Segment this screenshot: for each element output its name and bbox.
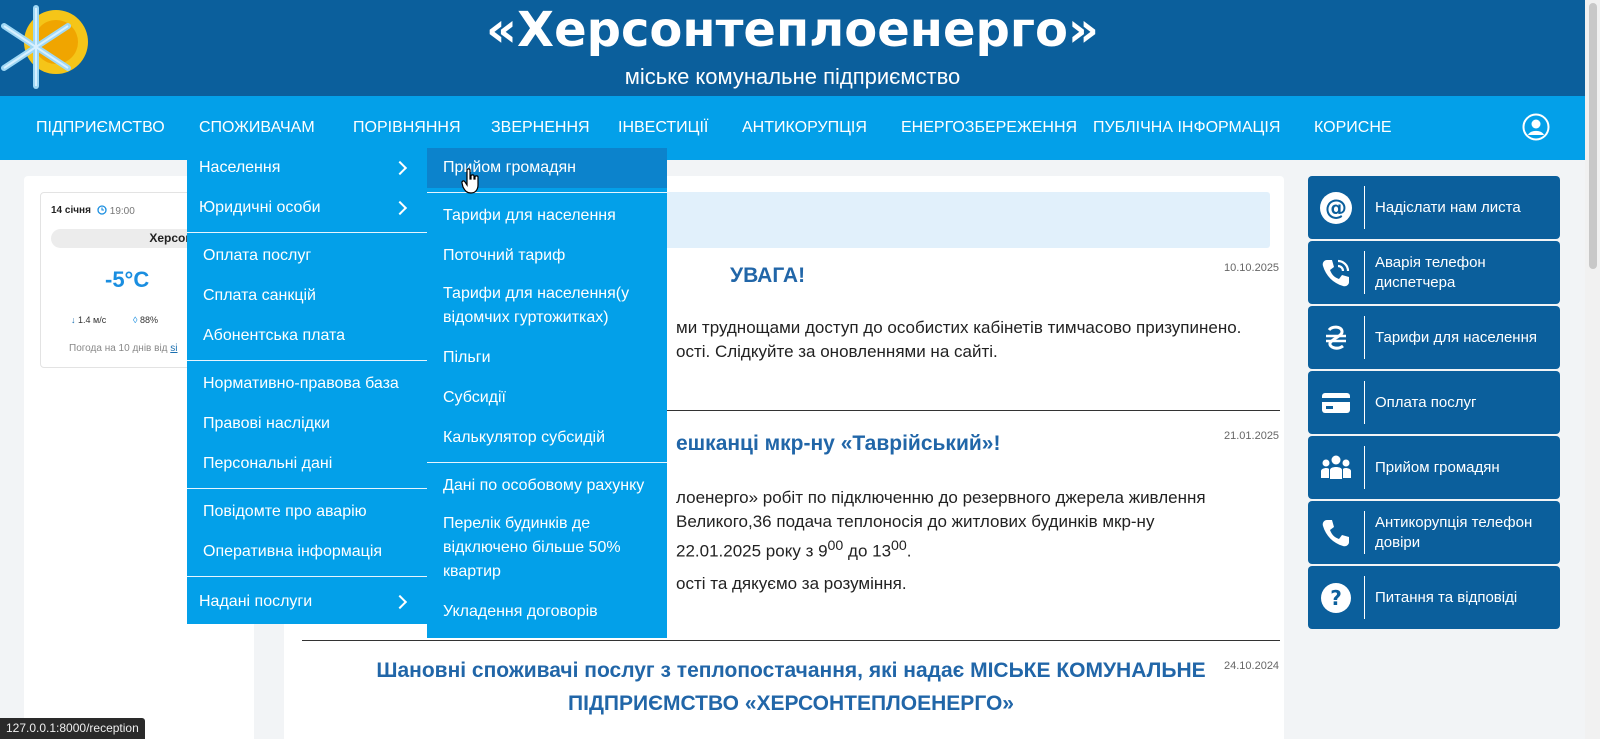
news-title-line2[interactable]: ПІДПРИЄМСТВО «ХЕРСОНТЕПЛОЕНЕРГО» bbox=[308, 687, 1274, 720]
menu-item-yurydychni-osoby[interactable]: Юридичні особи bbox=[187, 196, 427, 220]
menu-divider bbox=[187, 360, 427, 361]
hryvnia-icon bbox=[1308, 306, 1364, 369]
scrollbar-thumb[interactable] bbox=[1589, 3, 1597, 269]
menu-item-povidomte-pro-avariiu[interactable]: Повідомте про аварію bbox=[187, 500, 427, 524]
menu-item-nadani-posluhy[interactable]: Надані послуги bbox=[187, 590, 427, 614]
menu-item-naselennia[interactable]: Населення bbox=[187, 156, 427, 180]
news-text-line: лоенерго» робіт по підключенню до резерв… bbox=[676, 488, 1206, 507]
phone-ring-icon bbox=[1308, 241, 1364, 304]
menu-divider bbox=[187, 576, 427, 577]
chevron-right-icon bbox=[392, 594, 408, 610]
question-icon: ? bbox=[1308, 566, 1364, 629]
submenu-item-subsydii[interactable]: Субсидії bbox=[427, 386, 667, 410]
weather-time: 19:00 bbox=[97, 205, 135, 217]
news-title[interactable]: ешканці мкр-ну «Таврійський»! bbox=[676, 432, 1000, 456]
weather-temp: -5°C bbox=[105, 267, 150, 292]
chevron-right-icon bbox=[392, 160, 408, 176]
news-text-line: ми труднощами доступ до особистих кабіне… bbox=[676, 318, 1242, 337]
news-text-line: ості. Слідкуйте за оновленнями на сайті. bbox=[676, 342, 998, 361]
citizen-reception-button[interactable]: Прийом громадян bbox=[1308, 436, 1560, 499]
faq-button[interactable]: ? Питання та відповіді bbox=[1308, 566, 1560, 629]
menu-item-personalni-dani[interactable]: Персональні дані bbox=[187, 452, 427, 476]
site-title: «Херсонтеплоенерго» bbox=[486, 2, 1099, 58]
menu-divider bbox=[187, 232, 427, 233]
droplet-icon: ◊ bbox=[133, 315, 138, 325]
at-icon: @ bbox=[1308, 176, 1364, 239]
card-icon bbox=[1308, 371, 1364, 434]
clock-icon bbox=[97, 205, 107, 215]
anticorruption-phone-button[interactable]: Антикорупція телефон довіри bbox=[1308, 501, 1560, 564]
tariffs-button[interactable]: Тарифи для населення bbox=[1308, 306, 1560, 369]
user-account-icon[interactable] bbox=[1522, 113, 1550, 141]
emergency-phone-button[interactable]: Аварія телефон диспетчера bbox=[1308, 241, 1560, 304]
menu-divider bbox=[427, 462, 667, 463]
menu-divider bbox=[187, 488, 427, 489]
submenu-item-dani-rakhunku[interactable]: Дані по особовому рахунку bbox=[427, 474, 667, 498]
news-date: 21.01.2025 bbox=[1224, 430, 1280, 442]
submenu-item-perelik-budynkiv[interactable]: Перелік будинків де відключено більше 50… bbox=[427, 512, 667, 584]
news-date: 10.10.2025 bbox=[1224, 262, 1280, 274]
nav-item-pidpryiemstvo[interactable]: Підприємство bbox=[36, 96, 165, 160]
consumers-dropdown: Населення Юридичні особи Оплата послуг С… bbox=[187, 148, 427, 624]
weather-date: 14 січня bbox=[51, 205, 91, 216]
news-title[interactable]: УВАГА! bbox=[730, 264, 805, 288]
hand-cursor-icon bbox=[461, 168, 479, 194]
send-letter-button[interactable]: @ Надіслати нам листа bbox=[1308, 176, 1560, 239]
svg-text:?: ? bbox=[1330, 586, 1342, 610]
site-header: «Херсонтеплоенерго» міське комунальне пі… bbox=[0, 0, 1585, 96]
people-icon bbox=[1308, 436, 1364, 499]
svg-text:@: @ bbox=[1325, 196, 1347, 221]
submenu-item-taryfy[interactable]: Тарифи для населення bbox=[427, 204, 667, 228]
weather-wind: ↓ 1.4 м/с bbox=[71, 315, 107, 325]
news-title[interactable]: Шановні споживачі послуг з теплопостачан… bbox=[308, 654, 1274, 687]
divider bbox=[302, 640, 1280, 641]
submenu-item-taryfy-hurtozhytky[interactable]: Тарифи для населення(у відомчих гуртожит… bbox=[427, 282, 667, 330]
weather-humidity: ◊ 88% bbox=[133, 315, 158, 325]
submenu-item-ukladennia-dohovoriv[interactable]: Укладення договорів bbox=[427, 600, 667, 624]
population-submenu: Прийом громадян Тарифи для населення Пот… bbox=[427, 148, 667, 638]
news-text-line: ості та дякуємо за розуміння. bbox=[676, 574, 907, 593]
menu-item-pravovi-naslidky[interactable]: Правові наслідки bbox=[187, 412, 427, 436]
news-text-line: 22.01.2025 року з 900 до 1300. bbox=[676, 538, 912, 561]
nav-item-korysne[interactable]: Корисне bbox=[1314, 96, 1392, 160]
nav-item-antykoruptsiia[interactable]: Антикорупція bbox=[742, 96, 867, 160]
site-subtitle: міське комунальне підприємство bbox=[624, 64, 961, 89]
submenu-item-potochnyi-taryf[interactable]: Поточний тариф bbox=[427, 244, 667, 268]
menu-item-splata-sanktsii[interactable]: Сплата санкцій bbox=[187, 284, 427, 308]
menu-item-abonentska-plata[interactable]: Абонентська плата bbox=[187, 324, 427, 348]
weather-source-link[interactable]: si bbox=[170, 343, 177, 354]
submenu-item-kalkuliator-subsydii[interactable]: Калькулятор субсидій bbox=[427, 426, 667, 450]
nav-item-enerhozberezhennia[interactable]: Енергозбереження bbox=[901, 96, 1077, 160]
phone-icon bbox=[1308, 501, 1364, 564]
menu-item-operatyvna-informatsiia[interactable]: Оперативна інформація bbox=[187, 540, 427, 564]
browser-status-url: 127.0.0.1:8000/reception bbox=[0, 718, 145, 739]
menu-item-normatyvno-pravova-baza[interactable]: Нормативно-правова база bbox=[187, 372, 427, 396]
arrow-down-icon: ↓ bbox=[71, 315, 76, 325]
submenu-item-pilhy[interactable]: Пільги bbox=[427, 346, 667, 370]
pay-services-button[interactable]: Оплата послуг bbox=[1308, 371, 1560, 434]
chevron-right-icon bbox=[392, 200, 408, 216]
nav-item-publichna-informatsiia[interactable]: Публічна інформація bbox=[1093, 96, 1280, 160]
news-text-line: Великого,36 подача теплоносія до житлови… bbox=[676, 512, 1155, 531]
menu-item-oplata-posluh[interactable]: Оплата послуг bbox=[187, 244, 427, 268]
weather-footer: Погода на 10 днів від si bbox=[69, 343, 178, 354]
